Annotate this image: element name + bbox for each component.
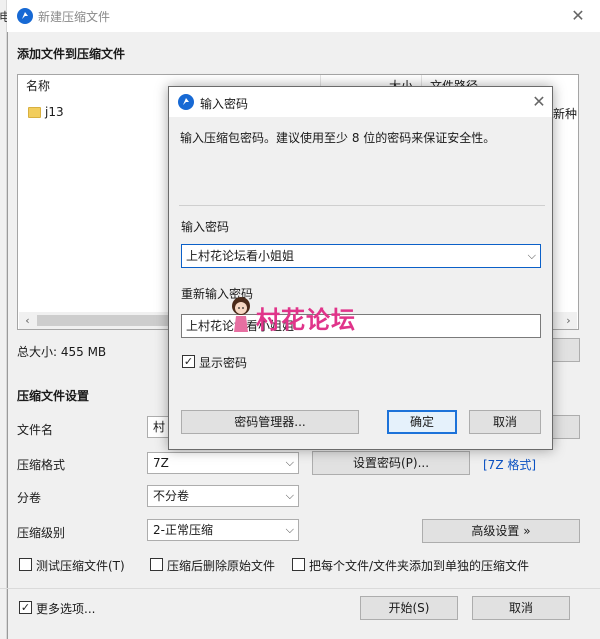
test-archive-label[interactable]: 测试压缩文件(T) <box>36 557 125 574</box>
more-options-checkbox[interactable]: ✓ <box>19 601 32 614</box>
browse-button[interactable] <box>552 415 580 439</box>
filename-input[interactable]: 村 <box>147 416 169 438</box>
close-icon[interactable]: ✕ <box>527 90 551 114</box>
arrow-left-icon[interactable]: ‹ <box>19 312 36 329</box>
level-label: 压缩级别 <box>17 526 66 540</box>
app-icon <box>178 94 194 110</box>
show-password-checkbox[interactable]: ✓ <box>182 355 195 368</box>
level-select[interactable]: 2-正常压缩 ⌵ <box>147 519 299 541</box>
format-select[interactable]: 7Z ⌵ <box>147 452 299 474</box>
folder-icon <box>28 107 41 118</box>
window-title: 新建压缩文件 <box>38 10 111 24</box>
password-dialog: 输入密码 ✕ 输入压缩包密码。建议使用至少 8 位的密码来保证安全性。 输入密码… <box>168 86 553 450</box>
watermark-mascot <box>229 296 253 336</box>
advanced-settings-button[interactable]: 高级设置 » <box>422 519 580 543</box>
test-archive-checkbox[interactable] <box>19 558 32 571</box>
volume-select-value: 不分卷 <box>153 489 190 503</box>
separate-archives-checkbox[interactable] <box>292 558 305 571</box>
divider <box>0 588 600 589</box>
app-icon <box>17 8 33 24</box>
delete-original-label[interactable]: 压缩后删除原始文件 <box>167 557 275 574</box>
chevron-down-icon[interactable]: ⌵ <box>528 245 536 267</box>
filename-label: 文件名 <box>17 423 54 437</box>
background-window-edge <box>0 0 7 639</box>
section-settings-title: 压缩文件设置 <box>17 389 90 403</box>
close-icon[interactable]: ✕ <box>566 4 590 28</box>
separate-archives-label[interactable]: 把每个文件/文件夹添加到单独的压缩文件 <box>309 557 529 574</box>
volume-label: 分卷 <box>17 491 42 505</box>
password-value: 上村花论坛看小姐姐 <box>186 249 295 263</box>
format-select-value: 7Z <box>153 456 169 470</box>
ok-button[interactable]: 确定 <box>387 410 457 434</box>
format-link[interactable]: [7Z 格式] <box>483 456 536 473</box>
list-item-path: 新种 <box>553 107 578 121</box>
password-label: 输入密码 <box>181 220 230 234</box>
cancel-button[interactable]: 取消 <box>472 596 570 620</box>
start-button[interactable]: 开始(S) <box>360 596 458 620</box>
format-label: 压缩格式 <box>17 458 66 472</box>
dialog-message: 输入压缩包密码。建议使用至少 8 位的密码来保证安全性。 <box>180 131 496 145</box>
password-manager-button[interactable]: 密码管理器... <box>181 410 359 434</box>
volume-select[interactable]: 不分卷 ⌵ <box>147 485 299 507</box>
arrow-right-icon[interactable]: › <box>560 312 577 329</box>
password-input[interactable]: 上村花论坛看小姐姐 ⌵ <box>181 244 541 268</box>
partially-hidden-button[interactable] <box>552 338 580 362</box>
dialog-divider <box>179 205 545 206</box>
delete-original-checkbox[interactable] <box>150 558 163 571</box>
show-password-label[interactable]: 显示密码 <box>199 354 247 371</box>
total-size: 总大小: 455 MB <box>17 345 107 359</box>
section-add-title: 添加文件到压缩文件 <box>17 47 126 61</box>
chevron-down-icon: ⌵ <box>285 489 294 502</box>
chevron-down-icon: ⌵ <box>285 523 294 536</box>
chevron-down-icon: ⌵ <box>285 456 294 469</box>
dialog-cancel-button[interactable]: 取消 <box>469 410 541 434</box>
set-password-button[interactable]: 设置密码(P)... <box>312 451 470 475</box>
more-options-label[interactable]: 更多选项... <box>36 600 95 617</box>
list-item-name: j13 <box>45 105 64 119</box>
dialog-title: 输入密码 <box>200 97 249 111</box>
watermark-text: 村花论坛 <box>256 306 356 334</box>
level-select-value: 2-正常压缩 <box>153 523 213 537</box>
